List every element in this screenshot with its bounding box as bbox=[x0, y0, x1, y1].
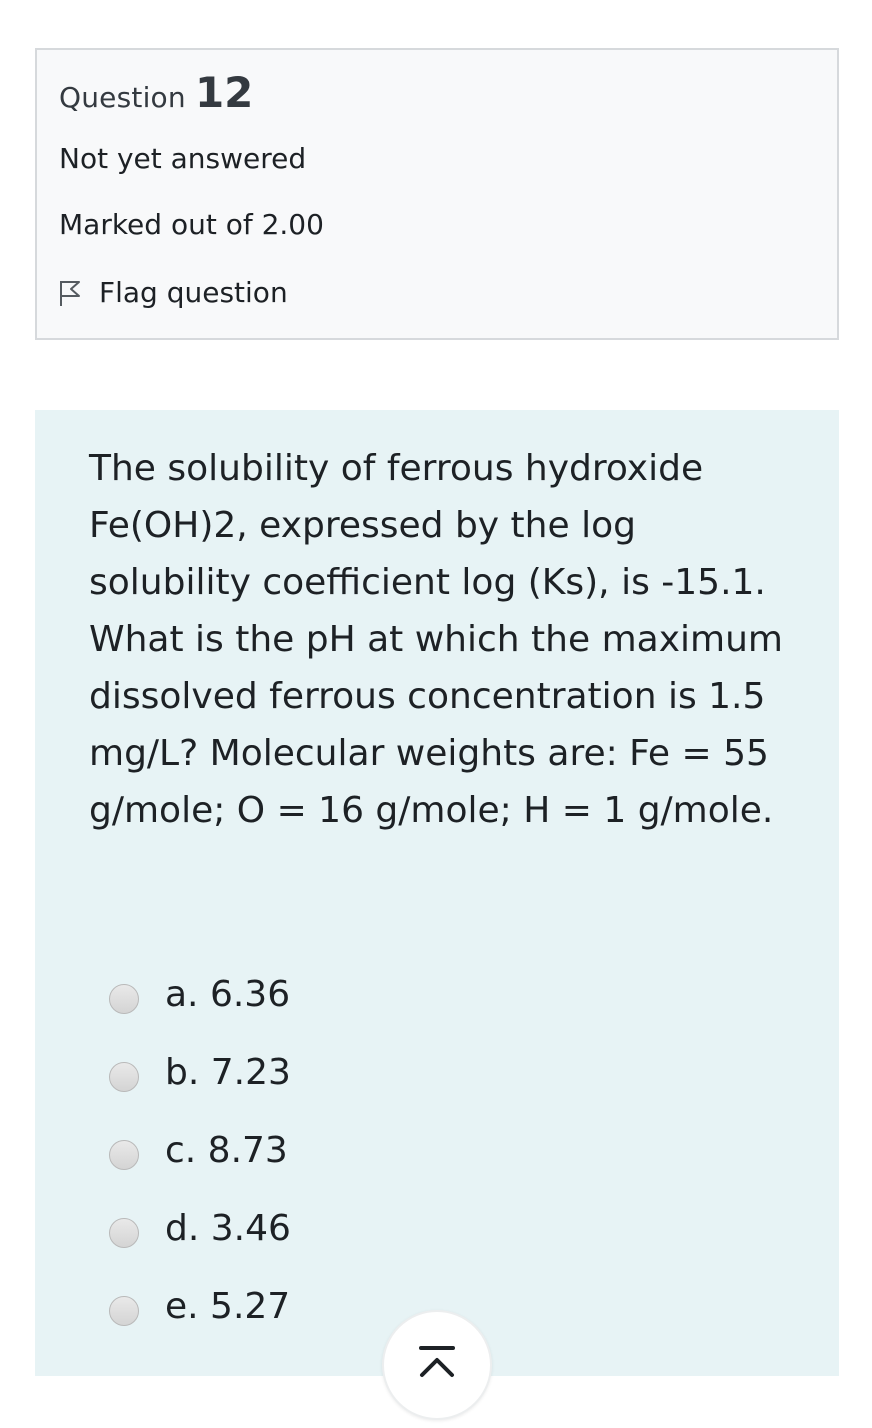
radio-button[interactable] bbox=[109, 984, 139, 1014]
answer-option-b[interactable]: b. 7.23 bbox=[109, 1033, 291, 1111]
answer-option-c[interactable]: c. 8.73 bbox=[109, 1111, 291, 1189]
flag-outline-icon bbox=[57, 278, 83, 308]
flag-question-link[interactable]: Flag question bbox=[57, 276, 288, 309]
question-content-panel: The solubility of ferrous hydroxide Fe(O… bbox=[35, 410, 839, 1376]
question-heading: Question 12 bbox=[59, 68, 253, 117]
question-word: Question bbox=[59, 81, 186, 114]
answer-option-a[interactable]: a. 6.36 bbox=[109, 955, 291, 1033]
question-text: The solubility of ferrous hydroxide Fe(O… bbox=[89, 448, 783, 831]
answer-label[interactable]: a. 6.36 bbox=[165, 974, 290, 1015]
answer-option-d[interactable]: d. 3.46 bbox=[109, 1189, 291, 1267]
answer-label[interactable]: b. 7.23 bbox=[165, 1052, 291, 1093]
answer-label[interactable]: e. 5.27 bbox=[165, 1286, 290, 1327]
answer-label[interactable]: d. 3.46 bbox=[165, 1208, 291, 1249]
answer-option-e[interactable]: e. 5.27 bbox=[109, 1267, 291, 1345]
flag-question-label: Flag question bbox=[99, 276, 288, 309]
question-number: 12 bbox=[194, 68, 254, 117]
radio-button[interactable] bbox=[109, 1296, 139, 1326]
question-state: Not yet answered bbox=[59, 142, 307, 175]
radio-button[interactable] bbox=[109, 1140, 139, 1170]
answer-list: a. 6.36 b. 7.23 c. 8.73 d. 3.46 e. 5.27 bbox=[109, 955, 291, 1345]
back-to-top-button[interactable] bbox=[382, 1310, 492, 1420]
radio-button[interactable] bbox=[109, 1062, 139, 1092]
radio-button[interactable] bbox=[109, 1218, 139, 1248]
answer-label[interactable]: c. 8.73 bbox=[165, 1130, 288, 1171]
arrow-up-to-top-icon bbox=[415, 1343, 459, 1387]
question-info-panel: Question 12 Not yet answered Marked out … bbox=[35, 48, 839, 340]
question-grade: Marked out of 2.00 bbox=[59, 208, 324, 241]
